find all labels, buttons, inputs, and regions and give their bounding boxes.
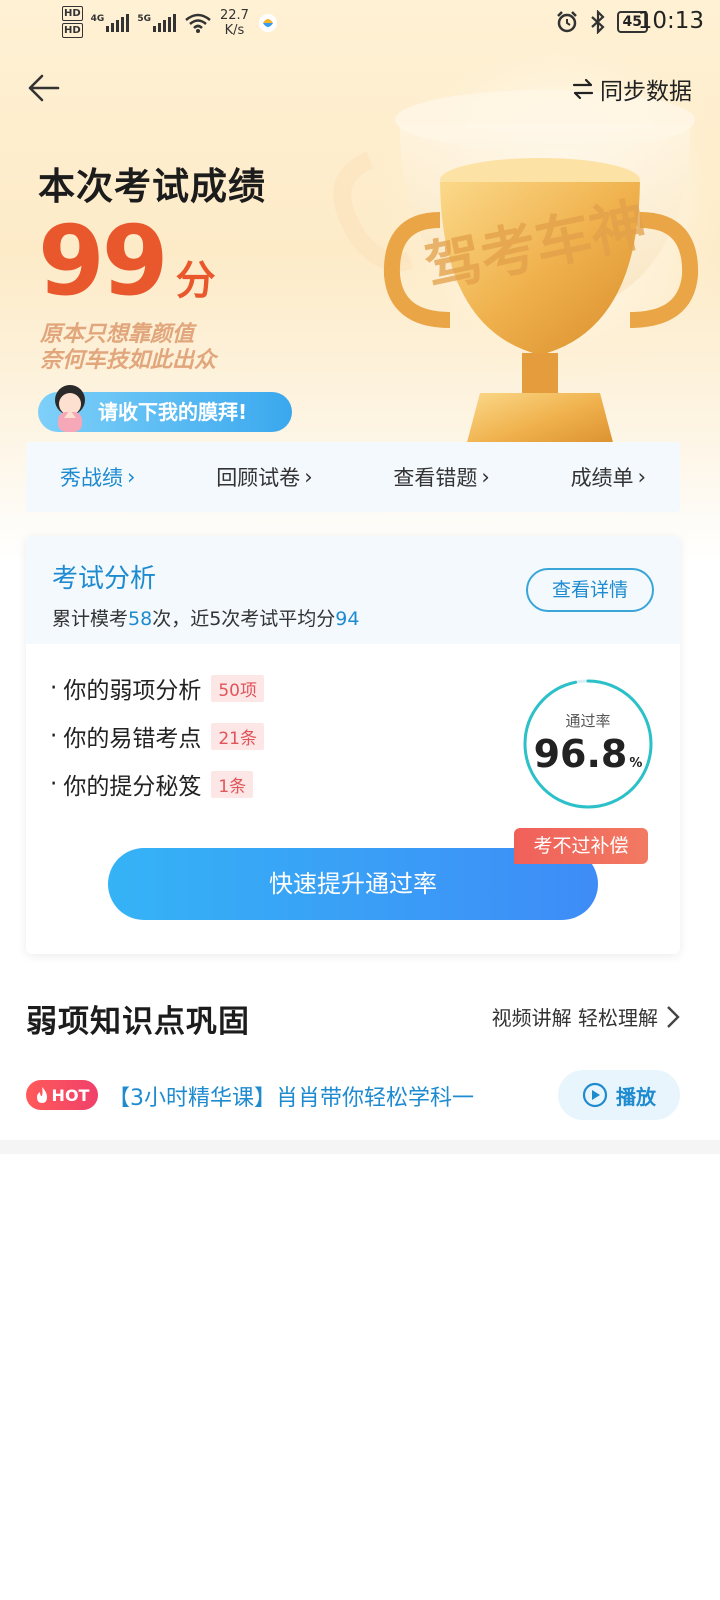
analysis-item-label: 你的易错考点 [63,726,202,752]
bullet: · [50,723,58,749]
net-type-4g: 4G [90,14,105,24]
count-badge: 1条 [211,770,254,798]
list-item[interactable]: · 你的易错考点 21条 [50,712,264,760]
count-badge: 21条 [211,722,264,750]
exam-count: 58 [128,608,153,630]
signal-4g: 4G [91,14,130,32]
analysis-item-label: 你的弱项分析 [63,678,202,704]
app-notification-icon [258,14,277,32]
analysis-summary: 累计模考58次，近5次考试平均分94 [52,604,359,631]
course-title[interactable]: 【3小时精华课】肖肖带你轻松学科一 [108,1080,474,1112]
status-bar: HD HD 4G 5G 22.7 K/s 45 10:13 [0,0,720,48]
play-icon [582,1082,608,1108]
pass-rate-value: 96.8% [520,732,656,776]
view-details-button[interactable]: 查看详情 [526,568,654,612]
pass-rate-gauge: 通过率 96.8% [520,676,656,812]
clock: 10:13 [637,8,704,34]
alarm-icon [556,11,577,33]
score-title: 本次考试成绩 [38,165,266,208]
score-value: 99 [38,205,169,317]
chevron-right-icon: › [637,465,646,489]
analysis-header: 考试分析 累计模考58次，近5次考试平均分94 查看详情 [26,536,680,644]
count-badge: 50项 [211,674,264,702]
back-arrow-icon[interactable] [26,70,62,106]
share-record-label: 秀战绩 [60,466,123,490]
top-bar: 同步数据 [0,60,720,116]
slogan-line-1: 原本只想靠颜值 [40,322,195,347]
signal-bars-icon [106,14,130,32]
view-mistakes-label: 查看错题 [393,466,478,490]
play-button[interactable]: 播放 [558,1070,680,1120]
share-record-button[interactable]: 秀战绩 › [60,462,135,492]
hd-indicator: HD HD [62,6,83,40]
trophy-illustration: 驾考车神 [333,90,699,450]
hot-label: HOT [51,1085,90,1105]
result-actions: 秀战绩 › 回顾试卷 › 查看错题 › 成绩单 › [26,442,680,512]
play-label: 播放 [616,1084,656,1109]
hd2-label: HD [62,23,83,38]
list-item[interactable]: · 你的弱项分析 50项 [50,664,264,712]
slogan-line-2: 奈何车技如此出众 [40,348,217,373]
hd1-label: HD [62,6,83,21]
score-unit: 分 [175,258,216,304]
review-paper-label: 回顾试卷 [216,466,301,490]
chevron-right-icon: › [481,465,490,489]
average-score: 94 [335,608,360,630]
report-card-button[interactable]: 成绩单 › [571,462,646,492]
exam-score: 99 分 [38,205,216,317]
list-item[interactable]: · 你的提分秘笈 1条 [50,760,264,808]
view-mistakes-button[interactable]: 查看错题 › [393,462,489,492]
pass-rate-label: 通过率 [565,712,611,730]
analysis-list: · 你的弱项分析 50项 · 你的易错考点 21条 · 你的提分秘笈 1条 [50,664,264,808]
net-speed: 22.7 K/s [220,8,249,38]
hot-badge: HOT [26,1080,98,1110]
report-card-label: 成绩单 [570,466,634,490]
bullet: · [50,675,58,701]
wifi-icon [185,13,211,33]
weak-points-title: 弱项知识点巩固 [26,1004,250,1040]
analysis-title: 考试分析 [52,564,157,594]
section-divider [0,1140,720,1154]
score-slogan: 原本只想靠颜值 奈何车技如此出众 [40,322,216,374]
chevron-right-icon: › [127,465,136,489]
bullet: · [50,771,58,797]
review-paper-button[interactable]: 回顾试卷 › [216,462,312,492]
exam-analysis-card: 考试分析 累计模考58次，近5次考试平均分94 查看详情 · 你的弱项分析 50… [26,536,680,954]
video-explain-link[interactable]: 视频讲解 轻松理解 [492,1002,680,1031]
pass-rate-unit: % [629,756,643,771]
compensation-badge: 考不过补偿 [514,828,648,864]
flame-icon [36,1087,47,1103]
pass-rate-number: 96.8 [533,732,628,776]
video-explain-label: 视频讲解 轻松理解 [491,1006,658,1030]
sync-data-button[interactable]: 同步数据 [572,72,692,106]
signal-5g: 5G [137,14,176,32]
summary-prefix: 累计模考 [52,608,129,630]
chevron-right-icon [667,1005,680,1028]
bluetooth-icon [590,10,605,34]
bowing-girl-avatar [55,385,85,432]
sync-label: 同步数据 [600,79,692,105]
hot-course-row[interactable]: HOT 【3小时精华课】肖肖带你轻松学科一 播放 [26,1070,680,1122]
signal-bars-icon [152,14,176,32]
chevron-right-icon: › [304,465,313,489]
summary-middle: 次，近5次考试平均分 [152,608,336,630]
net-speed-unit: K/s [224,23,245,38]
sync-icon [572,78,594,100]
net-speed-value: 22.7 [219,8,249,23]
analysis-item-label: 你的提分秘笈 [63,774,202,800]
net-type-5g: 5G [137,14,151,24]
